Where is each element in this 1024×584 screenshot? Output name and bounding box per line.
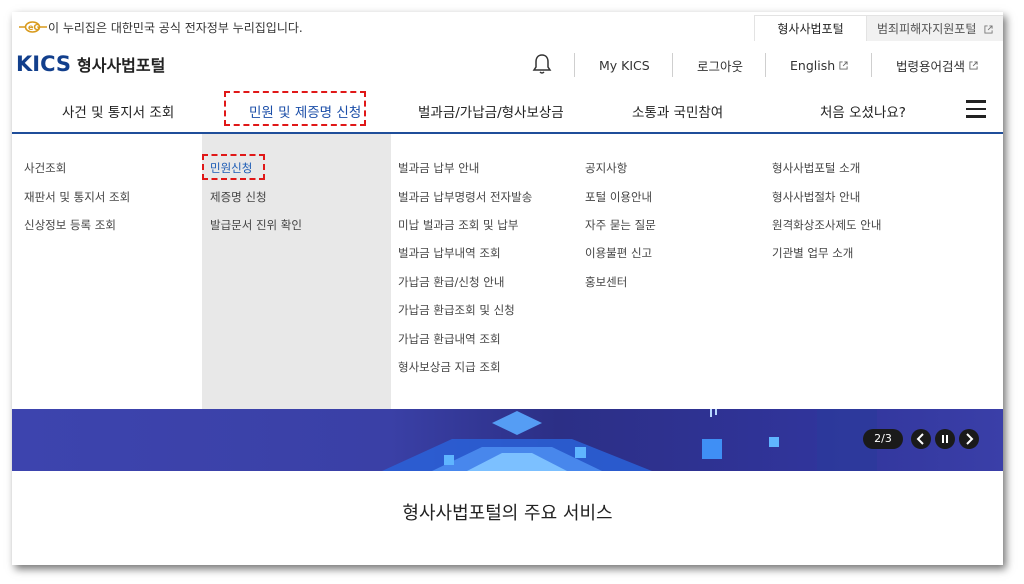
site-logo-text: 형사사법포털 [77,56,166,75]
egov-logo-icon: eG [19,21,47,33]
menu-pr-center[interactable]: 홍보센터 [585,274,627,290]
services-section-title: 형사사법포털의 주요 서비스 [402,503,613,524]
menu-provisional-refund-history[interactable]: 가납금 환급내역 조회 [398,331,501,347]
chevron-left-icon [916,433,924,445]
external-link-icon [969,60,978,70]
header-divider [574,53,575,77]
menu-provisional-refund-guide[interactable]: 가납금 환급/신청 안내 [398,274,504,290]
menu-certificate-request[interactable]: 제증명 신청 [210,189,267,205]
menu-fine-payment-guide[interactable]: 벌과금 납부 안내 [398,160,479,176]
menu-document-verification[interactable]: 발급문서 진위 확인 [210,217,302,233]
menu-agency-intro[interactable]: 기관별 업무 소개 [772,245,853,261]
menu-unpaid-fine-payment[interactable]: 미납 벌과금 조회 및 납부 [398,217,518,233]
next-slide-button[interactable] [959,429,979,449]
header-divider [765,53,766,77]
bell-icon[interactable] [532,53,552,75]
gnb-case-inquiry[interactable]: 사건 및 통지서 조회 [62,101,174,121]
prev-slide-button[interactable] [911,429,931,449]
english-link[interactable]: English [790,43,848,87]
legal-terms-search-label: 법령용어검색 [896,58,966,74]
gov-notice-text: 이 누리집은 대한민국 공식 전자정부 누리집입니다. [48,21,303,35]
site-logo[interactable]: KICS 형사사법포털 [16,52,165,76]
mega-menu: 사건조회 재판서 및 통지서 조회 신상정보 등록 조회 민원신청 제증명 신청… [12,134,1003,409]
global-nav: 사건 및 통지서 조회 민원 및 제증명 신청 벌과금/가납금/형사보상금 소통… [12,87,1003,133]
pause-icon [942,435,948,443]
menu-civil-request[interactable]: 민원신청 [210,160,252,176]
menu-faq[interactable]: 자주 묻는 질문 [585,217,656,233]
menu-registry-lookup[interactable]: 신상정보 등록 조회 [24,217,116,233]
menu-remote-video-guide[interactable]: 원격화상조사제도 안내 [772,217,881,233]
menu-fine-order-e-delivery[interactable]: 벌과금 납부명령서 전자발송 [398,189,532,205]
menu-compensation-lookup[interactable]: 형사보상금 지급 조회 [398,359,501,375]
kics-logo-mark: KICS [16,52,72,76]
slide-indicator: 2/3 [863,429,903,449]
menu-case-lookup[interactable]: 사건조회 [24,160,66,176]
menu-portal-guide[interactable]: 포털 이용안내 [585,189,652,205]
external-link-icon [984,25,993,34]
logout-link[interactable]: 로그아웃 [697,43,743,87]
site-header: KICS 형사사법포털 My KICS 로그아웃 English 법령용어검색 [12,43,1003,87]
gnb-civil-petition[interactable]: 민원 및 제증명 신청 [249,101,361,121]
hamburger-menu-icon[interactable] [966,100,986,118]
browser-frame: eG 이 누리집은 대한민국 공식 전자정부 누리집입니다. 형사사법포털 범죄… [12,12,1003,565]
tab-victim-support-portal[interactable]: 범죄피해자지원포털 [867,15,1003,41]
tab-kics-portal[interactable]: 형사사법포털 [754,15,867,41]
banner-illustration [382,409,877,471]
menu-notices[interactable]: 공지사항 [585,160,627,176]
gov-notice-bar: eG 이 누리집은 대한민국 공식 전자정부 누리집입니다. 형사사법포털 범죄… [12,12,1003,43]
external-link-icon [839,60,848,70]
svg-text:eG: eG [28,23,40,32]
menu-provisional-refund-request[interactable]: 가납금 환급조회 및 신청 [398,302,515,318]
gnb-fines[interactable]: 벌과금/가납금/형사보상금 [418,101,564,121]
pause-slide-button[interactable] [935,429,955,449]
gnb-first-visit[interactable]: 처음 오셨나요? [820,101,906,121]
mykics-link[interactable]: My KICS [599,43,650,87]
header-divider [672,53,673,77]
chevron-right-icon [966,433,974,445]
menu-fine-history[interactable]: 벌과금 납부내역 조회 [398,245,501,261]
main-banner: 2/3 [12,409,1003,471]
legal-terms-search-link[interactable]: 법령용어검색 [896,43,978,87]
english-link-label: English [790,57,836,73]
menu-judgment-notice-lookup[interactable]: 재판서 및 통지서 조회 [24,189,130,205]
portal-tabs: 형사사법포털 범죄피해자지원포털 [754,15,1003,41]
tab-victim-support-label: 범죄피해자지원포털 [877,22,977,36]
gnb-communication[interactable]: 소통과 국민참여 [632,101,723,121]
menu-portal-intro[interactable]: 형사사법포털 소개 [772,160,860,176]
menu-procedure-guide[interactable]: 형사사법절차 안내 [772,189,860,205]
header-divider [871,53,872,77]
menu-inconvenience-report[interactable]: 이용불편 신고 [585,245,652,261]
